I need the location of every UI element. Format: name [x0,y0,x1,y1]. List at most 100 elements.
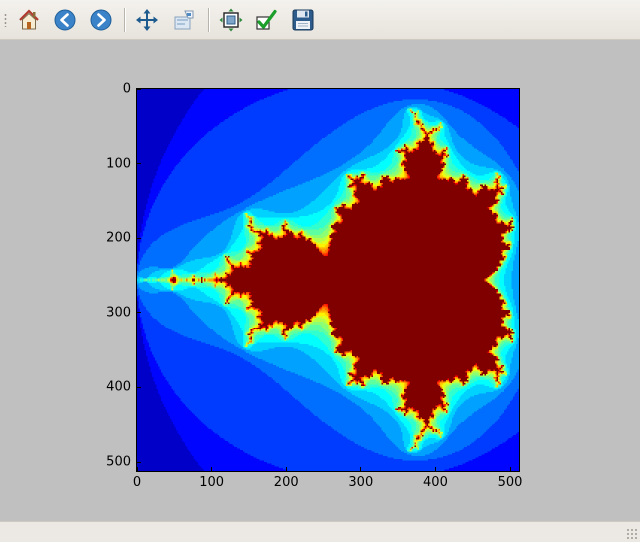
image-cell-run [445,157,448,160]
image-cell-run [507,244,511,246]
image-cell-run [447,172,451,175]
image-cell-run [451,177,454,179]
image-cell-run [228,302,230,304]
image-cell-run [405,159,408,161]
image-cell-run [187,109,240,112]
image-cell-run [348,178,351,181]
image-cell-run [316,244,318,246]
image-plot[interactable] [136,88,520,472]
image-cell-run [405,147,408,149]
image-cell-run [216,285,221,288]
image-cell-run [313,239,315,242]
image-cell-run [505,321,508,324]
image-cell-run [305,181,333,184]
image-cell-run [498,112,519,115]
zoom-button[interactable] [169,5,199,35]
image-cell-run [269,235,273,237]
back-button[interactable] [50,5,80,35]
image-cell-run [450,133,458,136]
toolbar-grip[interactable] [4,13,7,27]
image-cell-run [168,230,211,233]
image-cell-run [380,162,393,164]
image-cell-run [242,308,245,310]
image-cell-run [253,333,257,336]
image-cell-run [501,180,503,182]
image-cell-run [210,327,233,330]
edit-axis-button[interactable] [251,5,281,35]
image-cell-run [145,208,151,210]
image-cell-run [317,247,320,249]
image-cell-run [292,227,303,230]
forward-button[interactable] [86,5,116,35]
image-cell-run [514,338,517,340]
image-cell-run [438,124,442,127]
image-cell-run [478,187,481,189]
image-cell-run [174,288,184,291]
image-cell-run [423,120,425,122]
image-cell-run [298,238,306,240]
image-cell-run [325,188,339,191]
image-cell-run [177,332,217,334]
image-cell-run [210,214,234,216]
image-cell-run [487,188,490,191]
image-cell-run [448,142,454,145]
image-cell-run [241,212,243,215]
image-cell-run [424,135,427,137]
image-cell-run [238,296,240,298]
image-cell-run [290,229,293,231]
image-cell-run [499,272,506,275]
image-cell-run [350,197,354,200]
image-cell-run [332,320,505,322]
image-cell-run [368,181,370,184]
image-cell-run [148,311,194,313]
image-cell-run [499,142,519,145]
image-cell-run [175,129,212,131]
save-button[interactable] [288,5,318,35]
image-cell-run [257,235,261,237]
image-cell-run [411,142,414,145]
image-cell-run [245,265,249,267]
image-cell-run [228,297,230,300]
image-cell-run [137,239,140,242]
image-cell-run [419,129,421,131]
image-cell-run [439,174,442,176]
image-cell-run [362,180,364,182]
image-cell-run [405,177,408,179]
image-cell-run [304,153,360,155]
image-cell-run [505,335,509,337]
image-cell-run [338,341,340,343]
image-cell-run [201,290,217,292]
image-cell-run [353,200,355,203]
image-cell-run [268,326,272,328]
image-cell-run [287,324,294,327]
pan-button[interactable] [132,5,162,35]
image-cell-run [275,320,278,322]
image-cell-run [217,284,224,286]
image-cell-run [254,250,258,252]
image-cell-run [171,284,175,286]
image-cell-run [174,269,184,272]
image-cell-run [144,229,172,231]
image-cell-run [151,185,163,188]
subplots-button[interactable] [216,5,246,35]
image-cell-run [442,172,445,175]
image-cell-run [253,335,255,337]
image-cell-run [278,175,321,178]
image-cell-run [322,305,327,307]
image-cell-run [259,338,279,340]
image-cell-run [507,230,509,233]
image-cell-run [462,109,493,112]
image-cell-run [193,247,227,249]
image-cell-run [499,297,502,300]
image-cell-run [169,280,172,282]
image-cell-run [199,282,205,285]
image-cell-run [174,277,176,279]
image-cell-run [257,248,260,251]
image-cell-run [290,165,342,167]
image-cell-run [242,332,245,334]
image-cell-run [410,108,412,110]
image-cell-run [202,281,209,283]
image-cell-run [330,223,333,225]
home-button[interactable] [14,5,44,35]
image-cell-run [274,223,281,225]
